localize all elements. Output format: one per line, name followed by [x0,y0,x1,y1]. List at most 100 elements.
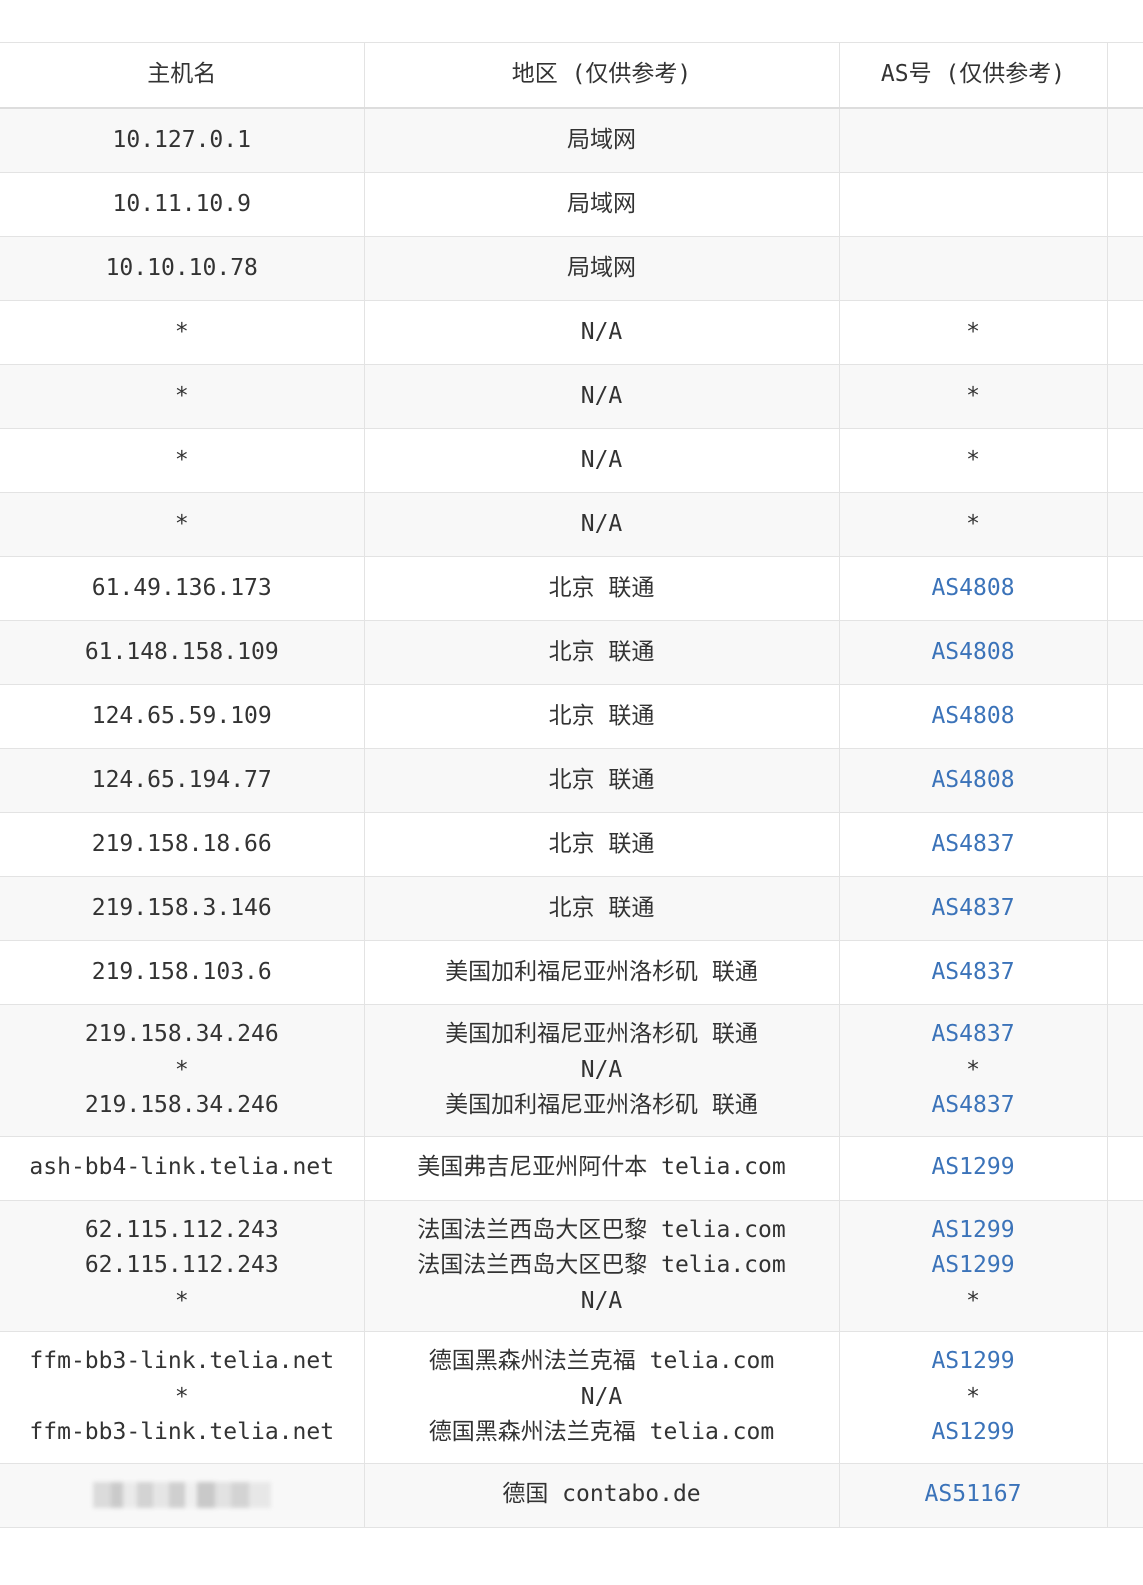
asn-link[interactable]: AS51167 [925,1481,1022,1507]
hostname-text: ffm-bb3-link.telia.net [29,1419,335,1445]
hostname-text: * [174,446,189,473]
hostname-text: 62.115.112.243 [84,1252,279,1278]
asn-link[interactable]: AS1299 [931,1419,1014,1445]
cell-region: 美国弗吉尼亚州阿什本 telia.com [364,1135,840,1201]
asn-line: AS4808 [840,763,1107,799]
asn-line: AS4837 [840,827,1107,863]
asn-link[interactable]: AS4808 [931,767,1014,793]
table-row: 10.127.0.1 局域网 [0,107,1143,173]
cell-asn [839,172,1108,237]
cell-extra [1107,1135,1143,1201]
hostname-text: 10.11.10.9 [112,190,251,217]
cell-extra [1107,1199,1143,1332]
redacted-hostname [92,1481,271,1508]
region-text: 局域网 [567,190,636,217]
asn-line: AS1299 [840,1213,1107,1249]
asn-link[interactable]: AS4808 [931,575,1014,601]
asn-link[interactable]: AS1299 [931,1154,1014,1180]
asn-link[interactable]: AS4837 [931,1092,1014,1118]
asn-link[interactable]: AS4837 [931,959,1014,985]
cell-region: 法国法兰西岛大区巴黎 telia.com 法国法兰西岛大区巴黎 telia.com… [364,1199,840,1332]
asn-link[interactable]: AS1299 [931,1252,1014,1278]
region-text: N/A [580,318,623,345]
cell-hostname: 124.65.59.109 [0,684,365,749]
cell-extra [1107,364,1143,429]
asn-line: AS4808 [840,635,1107,671]
hostname-text: * [174,382,189,409]
cell-hostname: 124.65.194.77 [0,748,365,813]
asn-link[interactable]: AS4837 [931,1021,1014,1047]
asn-link[interactable]: AS1299 [931,1217,1014,1243]
cell-extra [1107,620,1143,685]
asn-link[interactable]: AS4808 [931,639,1014,665]
cell-asn: * [839,300,1108,365]
asn-text: * [966,1287,980,1314]
cell-hostname: 219.158.3.146 [0,876,365,941]
region-text: 美国弗吉尼亚州阿什本 telia.com [417,1154,786,1181]
table-row: * N/A * [0,428,1143,493]
table-row: * N/A * [0,364,1143,429]
cell-region: 北京 联通 [364,684,840,749]
cell-hostname: * [0,300,365,365]
region-text: 法国法兰西岛大区巴黎 telia.com [417,1216,786,1243]
hostname-text: 61.148.158.109 [84,638,279,665]
region-text: 德国黑森州法兰克福 telia.com [428,1419,775,1445]
hostname-text: * [174,1287,189,1314]
table-row: 61.148.158.109 北京 联通 AS4808 [0,620,1143,685]
cell-asn: * [839,492,1108,557]
asn-line: AS4837 [840,891,1107,927]
region-text: 北京 联通 [548,638,655,665]
cell-region: 北京 联通 [364,812,840,877]
cell-region: 德国 contabo.de [364,1462,840,1528]
hostname-text: 219.158.34.246 [84,1021,279,1047]
table-row: 62.115.112.243 62.115.112.243 * 法国法兰西岛大区巴黎 … [0,1199,1143,1332]
cell-extra [1107,1004,1143,1137]
asn-line: AS1299 [840,1344,1107,1380]
hostname-text: * [174,1383,189,1410]
cell-asn: AS4837 [839,876,1108,941]
cell-extra [1107,556,1143,621]
column-header-extra [1107,42,1143,109]
region-text: N/A [580,1056,623,1083]
table-row: 10.11.10.9 局域网 [0,172,1143,237]
cell-region: 局域网 [364,172,840,237]
region-text: N/A [580,1383,623,1410]
column-header-hostname: 主机名 [0,42,365,109]
cell-hostname: 62.115.112.243 62.115.112.243 * [0,1199,365,1332]
asn-link[interactable]: AS1299 [931,1348,1014,1374]
cell-asn: AS4837 * AS4837 [839,1004,1108,1137]
asn-link[interactable]: AS4837 [931,895,1014,921]
asn-line: AS1299 [840,1415,1107,1451]
cell-asn: AS4837 [839,812,1108,877]
table-row: 124.65.59.109 北京 联通 AS4808 [0,684,1143,749]
cell-hostname: 10.11.10.9 [0,172,365,237]
hostname-text: 62.115.112.243 [84,1216,279,1243]
cell-region: N/A [364,492,840,557]
table-body: 10.127.0.1 局域网 10.11.10.9 局域网 10.10.10.78 局… [0,107,1143,1528]
hostname-text: 124.65.59.109 [91,702,272,729]
hostname-text: * [174,510,189,537]
asn-link[interactable]: AS4808 [931,703,1014,729]
cell-region: 北京 联通 [364,876,840,941]
cell-extra [1107,428,1143,493]
asn-link[interactable]: AS4837 [931,831,1014,857]
table-row: ash-bb4-link.telia.net 美国弗吉尼亚州阿什本 telia.c… [0,1135,1143,1201]
cell-asn [839,107,1108,173]
cell-extra [1107,684,1143,749]
asn-line: AS4837 [840,955,1107,991]
cell-asn: AS4808 [839,556,1108,621]
table-row: * N/A * [0,300,1143,365]
cell-region: N/A [364,428,840,493]
cell-region: 北京 联通 [364,748,840,813]
table-row: 61.49.136.173 北京 联通 AS4808 [0,556,1143,621]
table-row: 219.158.18.66 北京 联通 AS4837 [0,812,1143,877]
asn-text [840,187,1107,223]
cell-region: 北京 联通 [364,620,840,685]
hostname-text: 124.65.194.77 [91,766,272,793]
region-text: 局域网 [567,126,636,153]
hostname-text: 219.158.34.246 [84,1092,279,1118]
hostname-text: 219.158.103.6 [91,958,272,985]
asn-line: AS4837 [840,1017,1107,1053]
region-text: 北京 联通 [548,830,655,857]
cell-extra [1107,940,1143,1005]
